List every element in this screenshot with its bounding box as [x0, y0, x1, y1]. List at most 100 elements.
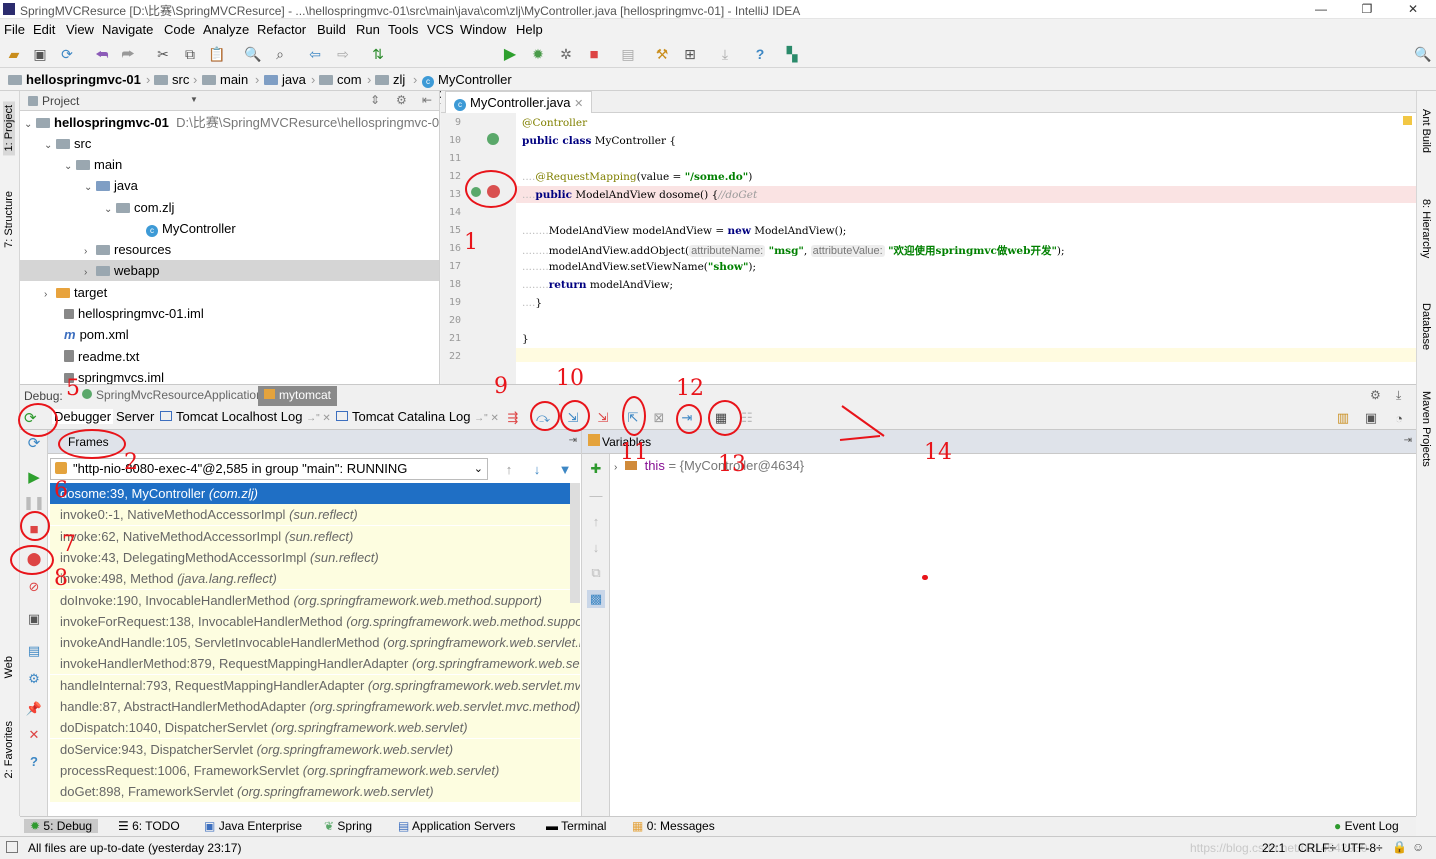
close-button[interactable]: ✕ [1390, 0, 1436, 19]
mute-breakpoints-icon[interactable]: ⊘ [25, 578, 43, 596]
stack-frame[interactable]: handle:87, AbstractHandlerMethodAdapter … [50, 696, 580, 717]
menu-run[interactable]: Run [356, 22, 380, 37]
stack-frame[interactable]: invoke:62, NativeMethodAccessorImpl (sun… [50, 525, 580, 547]
jrebel-icon[interactable]: ▚ [782, 44, 802, 64]
close-icon[interactable]: ✕ [25, 726, 43, 744]
tree-item-main[interactable]: ⌄ main [64, 154, 122, 175]
vcs-update-icon[interactable]: ⤓ [715, 44, 735, 64]
show-watches-icon[interactable]: ▩ [587, 590, 605, 608]
minimize-button[interactable]: — [1298, 0, 1344, 19]
menu-navigate[interactable]: Navigate [102, 22, 153, 37]
tree-item-mycontroller[interactable]: c MyController [146, 218, 236, 239]
tree-item-pom[interactable]: m pom.xml [64, 324, 129, 345]
crumb-project[interactable]: hellospringmvc-01 [8, 72, 141, 87]
close-tab-icon[interactable]: ✕ [574, 98, 583, 110]
stack-frame[interactable]: invokeHandlerMethod:879, RequestMappingH… [50, 653, 580, 675]
filter-icon[interactable]: ▼ [556, 460, 574, 478]
tool-tab-application-servers[interactable]: ▤ Application Servers [398, 819, 515, 833]
force-step-into-icon[interactable]: ⇲ [594, 409, 612, 427]
tool-tab-spring[interactable]: ❦ Spring [324, 819, 372, 833]
camera-icon[interactable]: ▣ [25, 610, 43, 628]
tree-item-java[interactable]: ⌄ java [84, 175, 138, 196]
undo-icon[interactable]: ⮪ [92, 44, 112, 64]
line-separator[interactable]: CRLF÷ [1298, 841, 1336, 855]
coverage-icon[interactable]: ✲ [556, 44, 576, 64]
copy-icon[interactable]: ⧉ [180, 44, 200, 64]
menu-tools[interactable]: Tools [388, 22, 418, 37]
layout-toggle-icon[interactable] [6, 841, 18, 853]
session-tab-mytomcat[interactable]: mytomcat [258, 386, 338, 406]
stack-frame[interactable]: invoke:43, DelegatingMethodAccessorImpl … [50, 546, 580, 568]
stack-frame[interactable]: invokeForRequest:138, InvocableHandlerMe… [50, 610, 580, 632]
tool-tab-favorites[interactable]: 2: Favorites [3, 721, 15, 778]
chevron-down-icon[interactable]: ▼ [190, 95, 198, 104]
tool-tab-database[interactable]: Database [1420, 303, 1432, 350]
thread-select[interactable]: "http-nio-8080-exec-4"@2,585 in group "m… [50, 458, 488, 480]
tree-item-com-zlj[interactable]: ⌄ com.zlj [104, 197, 174, 218]
stack-frame[interactable]: doService:943, DispatcherServlet (org.sp… [50, 738, 580, 760]
hide-panel-icon[interactable]: ⤓ [1396, 388, 1401, 403]
layout-settings-icon[interactable]: ▤ [25, 642, 43, 660]
stack-frame[interactable]: invokeAndHandle:105, ServletInvocableHan… [50, 632, 580, 654]
stack-frame[interactable]: doGet:898, FrameworkServlet (org.springf… [50, 781, 580, 803]
menu-code[interactable]: Code [164, 22, 195, 37]
resume-icon[interactable]: ▶ [25, 468, 43, 486]
crumb-mycontroller[interactable]: c MyController [422, 72, 512, 88]
stack-frame[interactable]: invoke0:-1, NativeMethodAccessorImpl (su… [50, 504, 580, 526]
save-icon[interactable]: ▣ [30, 44, 50, 64]
tree-item-readme[interactable]: readme.txt [64, 346, 139, 367]
layout-icon[interactable]: ▥ [1334, 409, 1352, 427]
help-icon[interactable]: ? [25, 752, 43, 770]
lock-icon[interactable]: 🔒 [1392, 840, 1407, 854]
tool-tab-structure[interactable]: 7: Structure [3, 191, 15, 248]
stack-frame[interactable]: handleInternal:793, RequestMappingHandle… [50, 674, 580, 696]
menu-help[interactable]: Help [516, 22, 543, 37]
drop-frame-icon[interactable]: ⊠ [650, 409, 668, 427]
gear-icon[interactable]: ⚙ [1370, 388, 1381, 402]
redo-icon[interactable]: ⮫ [118, 44, 138, 64]
sync-icon[interactable]: ⟳ [57, 44, 77, 64]
new-watch-icon[interactable]: ✚ [587, 460, 605, 478]
crumb-java[interactable]: java [264, 72, 306, 87]
stack-frame[interactable]: doInvoke:190, InvocableHandlerMethod (or… [50, 589, 580, 611]
forward-icon[interactable]: ⇨ [333, 44, 353, 64]
move-up-icon[interactable]: ↑ [587, 512, 605, 530]
run-icon[interactable]: ▶ [500, 44, 520, 64]
menu-analyze[interactable]: Analyze [203, 22, 249, 37]
debug-icon[interactable]: ✹ [528, 44, 548, 64]
crumb-zlj[interactable]: zlj [375, 72, 405, 87]
tree-item-src[interactable]: ⌄ src [44, 133, 91, 154]
file-encoding[interactable]: UTF-8÷ [1342, 841, 1383, 855]
pin-icon[interactable]: 📌 [25, 700, 43, 718]
tool-tab-ant-build[interactable]: Ant Build [1420, 109, 1432, 153]
restore-icon[interactable]: ⇥ [1404, 435, 1412, 446]
search-everywhere-icon[interactable]: 🔍 [1413, 44, 1433, 64]
menu-file[interactable]: File [4, 22, 25, 37]
remove-watch-icon[interactable]: — [587, 486, 605, 504]
crumb-main[interactable]: main [202, 72, 248, 87]
duplicate-watch-icon[interactable]: ⧉ [587, 564, 605, 582]
attach-icon[interactable]: ▤ [618, 44, 638, 64]
menu-build[interactable]: Build [317, 22, 346, 37]
tool-tab-debug[interactable]: ✹ 5: Debug [24, 819, 99, 833]
restore-icon[interactable]: ⇥ [569, 435, 577, 446]
spring-bean-icon[interactable] [487, 133, 499, 145]
menu-view[interactable]: View [66, 22, 94, 37]
maximize-button[interactable]: ❐ [1344, 0, 1390, 19]
stack-frame[interactable]: doDispatch:1040, DispatcherServlet (org.… [50, 717, 580, 739]
tree-item-webapp[interactable]: › webapp [20, 260, 439, 281]
collapse-all-icon[interactable]: ⇕ [370, 93, 380, 107]
session-tab-springmvc[interactable]: SpringMvcResourceApplication [78, 387, 267, 405]
build-icon[interactable]: ⇅ [368, 44, 388, 64]
restore-layout-icon[interactable]: ▣ [1362, 409, 1380, 427]
move-down-icon[interactable]: ↓ [587, 538, 605, 556]
cut-icon[interactable]: ✂ [153, 44, 173, 64]
project-structure-icon[interactable]: ⊞ [680, 44, 700, 64]
pause-icon[interactable]: ❚❚ [23, 494, 45, 512]
tool-tab-maven[interactable]: Maven Projects [1420, 391, 1432, 467]
help-icon[interactable]: ? [750, 44, 770, 64]
inspector-icon[interactable]: ☺ [1412, 840, 1424, 854]
tool-tab-todo[interactable]: ☰ 6: TODO [118, 819, 180, 833]
previous-frame-icon[interactable]: ↑ [500, 460, 518, 478]
back-icon[interactable]: ⇦ [305, 44, 325, 64]
